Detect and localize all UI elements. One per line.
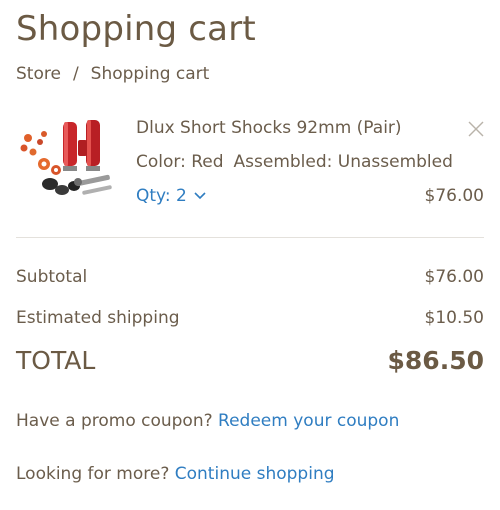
breadcrumb-current: Shopping cart xyxy=(90,64,210,84)
product-image[interactable] xyxy=(16,112,118,208)
promo-line: Have a promo coupon? Redeem your coupon xyxy=(16,411,399,431)
divider xyxy=(16,237,484,238)
page-title: Shopping cart xyxy=(16,9,256,49)
breadcrumb: Store / Shopping cart xyxy=(16,64,209,84)
breadcrumb-separator: / xyxy=(72,64,79,84)
shipping-label: Estimated shipping xyxy=(16,308,180,328)
promo-text: Have a promo coupon? xyxy=(16,411,213,431)
more-line: Looking for more? Continue shopping xyxy=(16,464,335,484)
more-text: Looking for more? xyxy=(16,464,170,484)
close-icon[interactable] xyxy=(466,119,486,139)
line-item-price: $76.00 xyxy=(424,186,484,206)
total-label: TOTAL xyxy=(16,346,96,375)
redeem-coupon-link[interactable]: Redeem your coupon xyxy=(218,411,399,431)
product-name[interactable]: Dlux Short Shocks 92mm (Pair) xyxy=(136,118,402,138)
total-value: $86.50 xyxy=(387,346,484,375)
subtotal-value: $76.00 xyxy=(424,267,484,287)
quantity-label: Qty: 2 xyxy=(136,186,187,206)
total-row: TOTAL $86.50 xyxy=(16,346,484,375)
breadcrumb-store-link[interactable]: Store xyxy=(16,64,61,84)
shipping-value: $10.50 xyxy=(424,308,484,328)
subtotal-row: Subtotal $76.00 xyxy=(16,267,484,287)
variant-assembly: Assembled: Unassembled xyxy=(233,152,453,172)
continue-shopping-link[interactable]: Continue shopping xyxy=(175,464,335,484)
chevron-down-icon xyxy=(194,192,206,200)
variant-color: Color: Red xyxy=(136,152,224,172)
product-variants: Color: Red Assembled: Unassembled xyxy=(136,152,453,172)
subtotal-label: Subtotal xyxy=(16,267,88,287)
quantity-selector[interactable]: Qty: 2 xyxy=(136,186,207,206)
shipping-row: Estimated shipping $10.50 xyxy=(16,308,484,328)
